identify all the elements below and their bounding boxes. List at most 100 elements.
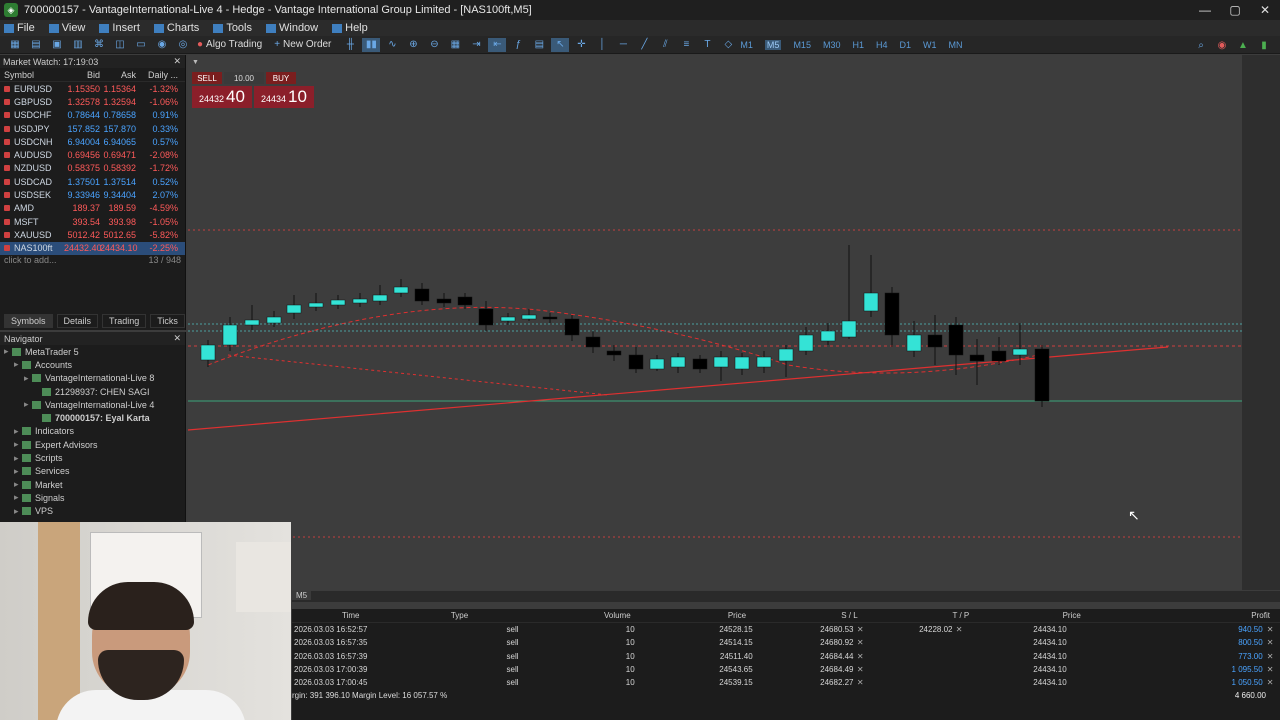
data-window-icon[interactable]: ▥ (69, 38, 87, 52)
autoscroll-icon[interactable]: ⇥ (467, 38, 485, 52)
timeframe-m30[interactable]: M30 (823, 40, 841, 50)
fibonacci-icon[interactable]: ≡ (677, 38, 695, 52)
navigator-item[interactable]: ▸ Scripts (0, 451, 185, 464)
shapes-icon[interactable]: ◇ (719, 38, 737, 52)
timeframe-m15[interactable]: M15 (793, 40, 811, 50)
tab-ticks[interactable]: Ticks (150, 314, 185, 328)
column-bid[interactable]: Bid (64, 70, 100, 80)
templates-icon[interactable]: ▤ (530, 38, 548, 52)
trade-row[interactable]: 2026.03.03 17:00:45 sell 10 24539.15 24682.2… (292, 676, 1280, 689)
expand-arrow-icon[interactable]: ▸ (14, 439, 22, 450)
candlestick-chart[interactable] (188, 55, 1280, 590)
market-watch-row[interactable]: USDCNH 6.94004 6.94065 0.57% (0, 135, 185, 148)
bid-price[interactable]: 24432 40 (192, 86, 252, 108)
chart-shift-icon[interactable]: ⇤ (488, 37, 507, 52)
market-watch-row[interactable]: NAS100ft 24432.40 24434.10 -2.25% (0, 241, 185, 255)
close-position-icon[interactable]: ✕ (1267, 652, 1280, 661)
zoom-in-icon[interactable]: ⊕ (404, 38, 422, 52)
new-order-button[interactable]: + New Order (274, 39, 331, 50)
indicators-icon[interactable]: ƒ (509, 38, 527, 52)
timeframe-mn[interactable]: MN (949, 40, 963, 50)
market-watch-row[interactable]: AUDUSD 0.69456 0.69471 -2.08% (0, 148, 185, 161)
menu-tools[interactable]: Tools (213, 22, 252, 34)
market-watch-row[interactable]: MSFT 393.54 393.98 -1.05% (0, 215, 185, 228)
vertical-line-icon[interactable]: │ (593, 38, 611, 52)
signals-icon[interactable]: ◉ (153, 38, 171, 52)
navigator-item[interactable]: ▸ VantageInternational-Live 4 (0, 398, 185, 411)
column-daily-change[interactable]: Daily ... (136, 70, 182, 80)
navigator-item[interactable]: ▸ VantageInternational-Live 8 (0, 372, 185, 385)
market-watch-row[interactable]: XAUUSD 5012.42 5012.65 -5.82% (0, 228, 185, 241)
remove-sl-icon[interactable]: ✕ (854, 625, 867, 634)
timeframe-d1[interactable]: D1 (900, 40, 912, 50)
column-profit[interactable]: Profit (1081, 611, 1280, 620)
remove-sl-icon[interactable]: ✕ (854, 652, 867, 661)
expand-arrow-icon[interactable]: ▸ (14, 453, 22, 464)
candlestick-chart-icon[interactable]: ▮▮ (362, 37, 381, 52)
new-chart-icon[interactable]: ▦ (6, 38, 24, 52)
market-watch-row[interactable]: EURUSD 1.15350 1.15364 -1.32% (0, 82, 185, 95)
navigator-item[interactable]: ▸ Indicators (0, 425, 185, 438)
market-watch-row[interactable]: USDJPY 157.852 157.870 0.33% (0, 122, 185, 135)
expand-arrow-icon[interactable]: ▸ (24, 373, 32, 384)
navigator-item[interactable]: 700000157: Eyal Karta (0, 411, 185, 424)
trade-row[interactable]: 2026.03.03 17:00:39 sell 10 24543.65 24684.4… (292, 663, 1280, 676)
trade-row[interactable]: 2026.03.03 16:57:39 sell 10 24511.40 24684.4… (292, 650, 1280, 663)
column-sl[interactable]: S / L (746, 611, 857, 620)
grid-icon[interactable]: ▦ (446, 38, 464, 52)
bar-chart-icon[interactable]: ╫ (341, 38, 359, 52)
text-icon[interactable]: T (698, 38, 716, 52)
expand-arrow-icon[interactable]: ▸ (14, 479, 22, 490)
market-watch-row[interactable]: USDCAD 1.37501 1.37514 0.52% (0, 175, 185, 188)
horizontal-line-icon[interactable]: ─ (614, 38, 632, 52)
volume-input[interactable]: 10.00 (224, 72, 264, 84)
remove-tp-icon[interactable]: ✕ (952, 625, 965, 634)
tab-details[interactable]: Details (56, 314, 99, 328)
menu-file[interactable]: File (4, 22, 35, 34)
strategy-tester-icon[interactable]: ◫ (111, 38, 129, 52)
expand-arrow-icon[interactable]: ▸ (14, 466, 22, 477)
close-position-icon[interactable]: ✕ (1267, 625, 1280, 634)
remove-sl-icon[interactable]: ✕ (854, 678, 867, 687)
expand-arrow-icon[interactable]: ▸ (14, 506, 22, 517)
column-ask[interactable]: Ask (100, 70, 136, 80)
timeframe-m1[interactable]: M1 (740, 40, 753, 50)
algo-trading-button[interactable]: ● Algo Trading (197, 39, 262, 50)
navigator-item[interactable]: ▸ Market (0, 478, 185, 491)
tab-symbols[interactable]: Symbols (4, 314, 53, 328)
column-volume[interactable]: Volume (512, 611, 631, 620)
expand-arrow-icon[interactable]: ▸ (14, 426, 22, 437)
expand-arrow-icon[interactable]: ▸ (14, 492, 22, 503)
timeframe-h1[interactable]: H1 (852, 40, 864, 50)
column-tp[interactable]: T / P (858, 611, 969, 620)
cursor-icon[interactable]: ↖ (551, 37, 570, 52)
timeframe-w1[interactable]: W1 (923, 40, 937, 50)
close-icon[interactable]: ✕ (173, 56, 185, 67)
market-watch-icon[interactable]: ▣ (48, 38, 66, 52)
navigator-item[interactable]: ▸ Services (0, 465, 185, 478)
line-chart-icon[interactable]: ∿ (383, 38, 401, 52)
remove-sl-icon[interactable]: ✕ (854, 638, 867, 647)
trade-row[interactable]: 2026.03.03 16:52:57 sell 10 24528.15 24680.5… (292, 623, 1280, 636)
column-current-price[interactable]: Price (969, 611, 1081, 620)
close-icon[interactable]: ✕ (173, 333, 181, 344)
buy-button[interactable]: BUY (266, 72, 296, 84)
navigator-item[interactable]: ▸ Expert Advisors (0, 438, 185, 451)
expand-arrow-icon[interactable]: ▸ (14, 359, 22, 370)
ask-price[interactable]: 24434 10 (254, 86, 314, 108)
sell-button[interactable]: SELL (192, 72, 222, 84)
market-watch-row[interactable]: USDCHF 0.78644 0.78658 0.91% (0, 109, 185, 122)
price-chart[interactable]: ▼ SELL 10.00 BUY 24432 40 24434 10 ↖ (188, 55, 1280, 590)
close-position-icon[interactable]: ✕ (1267, 638, 1280, 647)
notification-icon[interactable]: ◉ (1213, 38, 1231, 52)
navigator-item[interactable]: ▸ MetaTrader 5 (0, 345, 185, 358)
signal-strength-icon[interactable]: ▮ (1255, 38, 1273, 52)
trendline-icon[interactable]: ╱ (635, 38, 653, 52)
search-icon[interactable]: ⌕ (1192, 38, 1210, 52)
profiles-icon[interactable]: ▤ (27, 38, 45, 52)
menu-insert[interactable]: Insert (99, 22, 140, 34)
navigator-item[interactable]: ▸ Signals (0, 491, 185, 504)
remove-sl-icon[interactable]: ✕ (854, 665, 867, 674)
chart-tab-m5[interactable]: M5 (292, 591, 312, 600)
menu-view[interactable]: View (48, 22, 85, 34)
